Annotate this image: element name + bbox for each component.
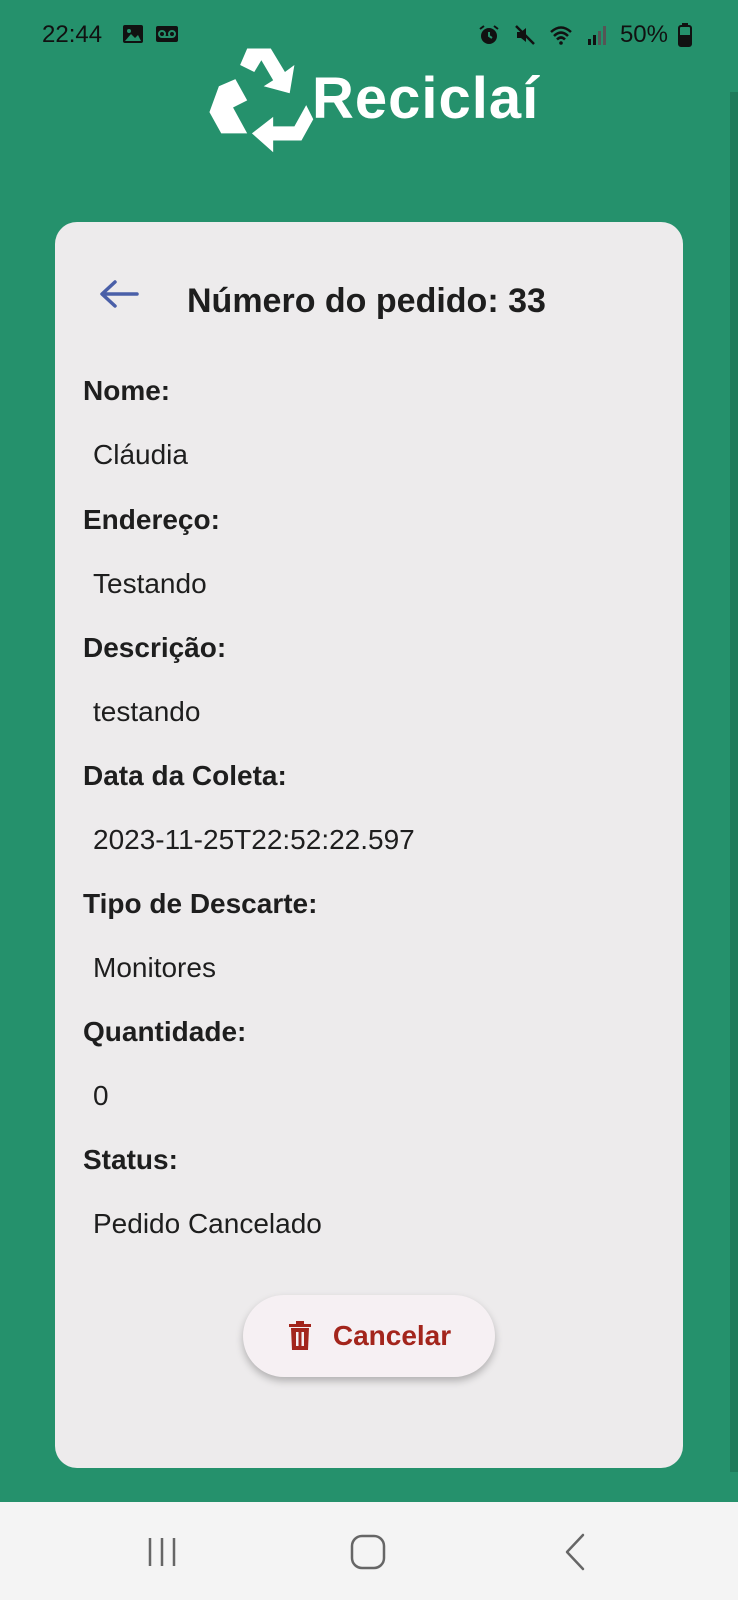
home-icon[interactable] <box>343 1530 393 1574</box>
back-icon[interactable] <box>551 1530 601 1574</box>
recycle-icon <box>209 48 314 153</box>
disposal-type-label: Tipo de Descarte: <box>83 888 318 919</box>
description-value: testando <box>93 696 201 727</box>
system-nav-bar <box>0 1502 738 1600</box>
status-time: 22:44 <box>42 21 103 48</box>
cancel-label: Cancelar <box>332 1320 452 1351</box>
collection-date-value: 2023-11-25T22:52:22.597 <box>93 824 415 855</box>
battery-percent: 50% <box>619 21 668 48</box>
app-name: Reciclaí <box>312 65 540 131</box>
quantity-label: Quantidade: <box>83 1016 247 1047</box>
name-value: Cláudia <box>93 439 188 470</box>
signal-icon <box>587 26 606 45</box>
image-icon <box>123 25 143 43</box>
recent-apps-icon[interactable] <box>137 1530 187 1574</box>
collection-date-label: Data da Coleta: <box>83 760 287 791</box>
back-arrow-icon[interactable] <box>97 277 141 311</box>
order-title: Número do pedido: 33 <box>187 282 546 320</box>
address-value: Testando <box>93 568 207 599</box>
voicemail-icon <box>156 26 178 42</box>
scrollbar[interactable] <box>730 92 738 1472</box>
quantity-value: 0 <box>93 1080 109 1111</box>
cancel-button[interactable]: Cancelar <box>243 1295 495 1377</box>
status-value: Pedido Cancelado <box>93 1208 322 1239</box>
address-label: Endereço: <box>83 504 220 535</box>
status-label: Status: <box>83 1144 178 1175</box>
trash-icon <box>288 1321 311 1350</box>
name-label: Nome: <box>83 375 171 406</box>
order-detail-card: Número do pedido: 33 Nome: Cláudia Ender… <box>55 222 683 1468</box>
description-label: Descrição: <box>83 632 227 663</box>
battery-icon <box>678 23 692 47</box>
disposal-type-value: Monitores <box>93 952 216 983</box>
app-logo: Reciclaí <box>200 38 560 158</box>
